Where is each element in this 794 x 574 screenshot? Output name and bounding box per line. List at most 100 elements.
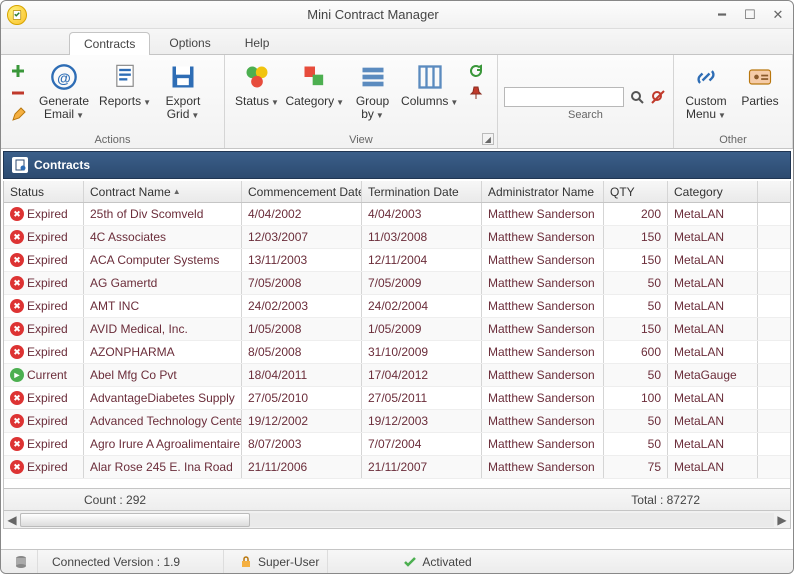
table-row[interactable]: ✖ExpiredAMT INC24/02/200324/02/2004Matth… (4, 295, 790, 318)
reports-button[interactable]: Reports▼ (95, 59, 155, 111)
cell-termination: 24/02/2004 (362, 295, 482, 317)
cell-qty: 200 (604, 203, 668, 225)
col-termination[interactable]: Termination Date (362, 181, 482, 202)
cell-contract-name: AdvantageDiabetes Supply (84, 387, 242, 409)
cell-category: MetaLAN (668, 318, 758, 340)
report-icon (109, 61, 141, 93)
cell-admin: Matthew Sanderson (482, 295, 604, 317)
app-icon (7, 5, 27, 25)
ribbon-group-other-label: Other (680, 132, 786, 148)
pin-button[interactable] (465, 83, 487, 103)
cell-commencement: 1/05/2008 (242, 318, 362, 340)
edit-button[interactable] (7, 105, 29, 125)
status-label: Status (235, 94, 269, 108)
grid-body[interactable]: ✖Expired25th of Div Scomveld4/04/20024/0… (4, 203, 790, 488)
cell-status: ✖Expired (4, 433, 84, 455)
col-commencement[interactable]: Commencement Date (242, 181, 362, 202)
link-icon (690, 61, 722, 93)
custom-menu-button[interactable]: CustomMenu▼ (680, 59, 732, 124)
cell-category: MetaLAN (668, 272, 758, 294)
scroll-right-button[interactable]: ▶ (774, 513, 790, 527)
cell-qty: 50 (604, 410, 668, 432)
tab-options[interactable]: Options (154, 31, 225, 54)
cell-contract-name: Advanced Technology Center, (84, 410, 242, 432)
col-category[interactable]: Category (668, 181, 758, 202)
cell-qty: 150 (604, 318, 668, 340)
ribbon-group-view-label: View (231, 132, 491, 148)
group-by-button[interactable]: Groupby▼ (347, 59, 399, 124)
cell-commencement: 7/05/2008 (242, 272, 362, 294)
horizontal-scrollbar[interactable]: ◀ ▶ (3, 511, 791, 529)
table-row[interactable]: ✖ExpiredACA Computer Systems13/11/200312… (4, 249, 790, 272)
reports-label: Reports (99, 94, 141, 108)
table-row[interactable]: ✖Expired4C Associates12/03/200711/03/200… (4, 226, 790, 249)
category-button[interactable]: Category▼ (285, 59, 345, 111)
table-row[interactable]: ✖ExpiredAdvanced Technology Center, 19/12… (4, 410, 790, 433)
col-admin[interactable]: Administrator Name (482, 181, 604, 202)
export-grid-button[interactable]: ExportGrid▼ (157, 59, 209, 124)
scroll-track[interactable] (20, 513, 774, 527)
status-badge-icon: ✖ (10, 345, 24, 359)
table-row[interactable]: ✖ExpiredAVID Medical, Inc.1/05/20081/05/… (4, 318, 790, 341)
group-by-label: Groupby (356, 94, 389, 121)
ribbon-tabs: Contracts Options Help (1, 29, 793, 55)
view-dialog-launcher[interactable]: ◢ (482, 133, 494, 145)
panel-header: Contracts (3, 151, 791, 179)
table-row[interactable]: ✖ExpiredAdvantageDiabetes Supply27/05/20… (4, 387, 790, 410)
scroll-left-button[interactable]: ◀ (4, 513, 20, 527)
ribbon-group-actions: @ GenerateEmail▼ Reports▼ ExportGrid▼ Ac… (1, 55, 225, 148)
minimize-button[interactable]: ━ (713, 8, 731, 22)
cell-commencement: 8/07/2003 (242, 433, 362, 455)
col-contract-name[interactable]: Contract Name▲ (84, 181, 242, 202)
cell-status: ✖Expired (4, 318, 84, 340)
add-button[interactable] (7, 61, 29, 81)
cell-status: ►Current (4, 364, 84, 386)
table-row[interactable]: ✖ExpiredAgro Irure A Agroalimentaire8/07… (4, 433, 790, 456)
search-button[interactable] (628, 87, 646, 107)
cell-qty: 50 (604, 295, 668, 317)
status-button[interactable]: Status▼ (231, 59, 283, 111)
table-row[interactable]: ✖ExpiredAlar Rose 245 E. Ina Road21/11/2… (4, 456, 790, 479)
generate-email-button[interactable]: @ GenerateEmail▼ (35, 59, 93, 124)
cell-qty: 75 (604, 456, 668, 478)
grid-total: Total : 87272 (631, 493, 790, 507)
scroll-thumb[interactable] (20, 513, 250, 527)
cell-contract-name: 25th of Div Scomveld (84, 203, 242, 225)
status-badge-icon: ✖ (10, 391, 24, 405)
sort-asc-icon: ▲ (173, 187, 181, 196)
cell-contract-name: AZONPHARMA (84, 341, 242, 363)
ribbon-group-actions-label: Actions (7, 132, 218, 148)
cell-admin: Matthew Sanderson (482, 203, 604, 225)
tab-help[interactable]: Help (230, 31, 285, 54)
cell-status: ✖Expired (4, 410, 84, 432)
grid-footer: Count : 292 Total : 87272 (4, 488, 790, 510)
search-input[interactable] (504, 87, 624, 107)
parties-button[interactable]: Parties (734, 59, 786, 110)
columns-button[interactable]: Columns▼ (401, 59, 459, 111)
table-row[interactable]: ✖Expired25th of Div Scomveld4/04/20024/0… (4, 203, 790, 226)
cell-termination: 19/12/2003 (362, 410, 482, 432)
col-qty[interactable]: QTY (604, 181, 668, 202)
cell-category: MetaLAN (668, 249, 758, 271)
col-status[interactable]: Status (4, 181, 84, 202)
status-badge-icon: ✖ (10, 437, 24, 451)
tab-contracts[interactable]: Contracts (69, 32, 150, 55)
clear-search-button[interactable] (649, 87, 667, 107)
refresh-button[interactable] (465, 61, 487, 81)
remove-button[interactable] (7, 83, 29, 103)
cell-status: ✖Expired (4, 272, 84, 294)
table-row[interactable]: ►CurrentAbel Mfg Co Pvt18/04/201117/04/2… (4, 364, 790, 387)
window-title: Mini Contract Manager (33, 7, 713, 22)
cell-termination: 27/05/2011 (362, 387, 482, 409)
table-row[interactable]: ✖ExpiredAG Gamertd7/05/20087/05/2009Matt… (4, 272, 790, 295)
cell-contract-name: AG Gamertd (84, 272, 242, 294)
grid-header: Status Contract Name▲ Commencement Date … (4, 181, 790, 203)
cell-admin: Matthew Sanderson (482, 318, 604, 340)
cell-qty: 50 (604, 364, 668, 386)
table-row[interactable]: ✖ExpiredAZONPHARMA8/05/200831/10/2009Mat… (4, 341, 790, 364)
floppy-icon (167, 61, 199, 93)
cell-termination: 17/04/2012 (362, 364, 482, 386)
maximize-button[interactable]: ☐ (741, 8, 759, 22)
close-button[interactable]: ✕ (769, 8, 787, 22)
status-role: Super-User (258, 555, 319, 569)
